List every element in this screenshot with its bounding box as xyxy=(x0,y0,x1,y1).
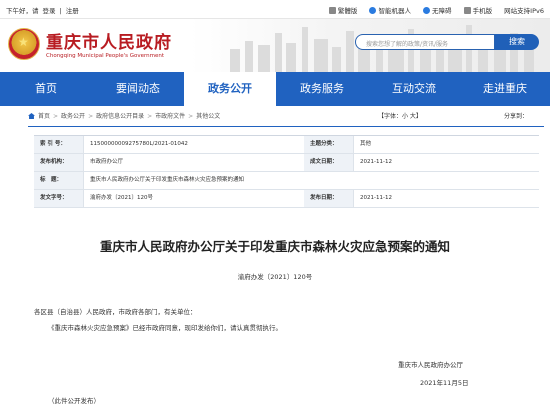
doc-number-label: 发文字号： xyxy=(34,190,84,207)
ipv6-link[interactable]: 网站支持IPv6 xyxy=(504,7,544,15)
breadcrumb-separator: > xyxy=(188,113,194,120)
national-emblem-icon xyxy=(8,28,40,60)
title-label: 标 题： xyxy=(34,172,84,189)
title-value: 重庆市人民政府办公厅关于印发重庆市森林火灾应急预案的通知 xyxy=(90,177,245,183)
breadcrumb: 首页 > 政务公开 > 政府信息公开目录 > 市政府文件 > 其他公文 【字体：小 大】 分享到… xyxy=(28,111,544,127)
nav-item-gov-services[interactable]: 政务服务 xyxy=(276,72,368,106)
index-label: 索 引 号： xyxy=(34,136,84,153)
publisher-label: 发布机构： xyxy=(34,154,84,171)
breadcrumb-home[interactable]: 首页 xyxy=(38,113,50,120)
breadcrumb-city-docs[interactable]: 市政府文件 xyxy=(155,113,185,120)
article-salutation: 各区县（自治县）人民政府，市政府各部门，有关单位： xyxy=(34,308,197,316)
traditional-chinese-link[interactable]: 繁體版 xyxy=(328,7,357,15)
mobile-icon xyxy=(463,7,471,14)
accessibility-icon xyxy=(423,7,431,14)
nav-item-news[interactable]: 要闻动态 xyxy=(92,72,184,106)
document-info-table: 索 引 号： 11500000009275780L/2021-01042 主题分… xyxy=(34,135,539,208)
main-nav: 首页 要闻动态 政务公开 政务服务 互动交流 走进重庆 xyxy=(0,72,550,106)
top-utility-bar: 下午好，请 登录 | 注册 繁體版 智能机器人 无障碍 手机版 网站支持IPv6 xyxy=(0,0,550,19)
site-header: 重庆市人民政府 Chongqing Municipal People's Gov… xyxy=(0,19,550,72)
article-note: （此件公开发布） xyxy=(48,397,100,405)
publisher-value: 市政府办公厅 xyxy=(90,159,124,165)
breadcrumb-gov-open[interactable]: 政务公开 xyxy=(61,113,85,120)
traditional-icon xyxy=(328,7,336,14)
subject-value: 其他 xyxy=(360,141,372,147)
breadcrumb-directory[interactable]: 政府信息公开目录 xyxy=(96,113,144,120)
article-body: 《重庆市森林火灾应急预案》已经市政府同意，现印发给你们，请认真贯彻执行。 xyxy=(48,324,282,332)
article-doc-number: 渝府办发〔2021〕120号 xyxy=(237,273,313,281)
site-subtitle: Chongqing Municipal People's Government xyxy=(46,53,165,59)
table-row: 发文字号： 渝府办发〔2021〕120号 发布日期： 2021-11-12 xyxy=(34,190,539,208)
register-link[interactable]: 注册 xyxy=(66,7,79,15)
breadcrumb-other-docs[interactable]: 其他公文 xyxy=(196,113,220,120)
nav-item-about-chongqing[interactable]: 走进重庆 xyxy=(460,72,550,106)
nav-item-interaction[interactable]: 互动交流 xyxy=(368,72,460,106)
login-link[interactable]: 登录 xyxy=(43,7,56,15)
article-title: 重庆市人民政府办公厅关于印发重庆市森林火灾应急预案的通知 xyxy=(99,239,450,254)
greeting-text: 下午好，请 xyxy=(6,7,39,15)
search-button[interactable]: 搜索 xyxy=(495,34,539,50)
index-value: 11500000009275780L/2021-01042 xyxy=(90,141,188,147)
breadcrumb-separator: > xyxy=(88,113,94,120)
doc-number-value: 渝府办发〔2021〕120号 xyxy=(90,195,153,201)
nav-item-gov-affairs-open[interactable]: 政务公开 xyxy=(184,72,276,106)
breadcrumb-divider xyxy=(28,126,544,127)
table-row: 索 引 号： 11500000009275780L/2021-01042 主题分… xyxy=(34,136,539,154)
publish-date-label: 发布日期： xyxy=(304,190,354,207)
table-row: 发布机构： 市政府办公厅 成文日期： 2021-11-12 xyxy=(34,154,539,172)
subject-label: 主题分类： xyxy=(304,136,354,153)
article-signer: 重庆市人民政府办公厅 xyxy=(398,361,463,369)
created-date-label: 成文日期： xyxy=(304,154,354,171)
robot-link[interactable]: 智能机器人 xyxy=(369,7,411,15)
breadcrumb-separator: > xyxy=(53,113,59,120)
created-date-value: 2021-11-12 xyxy=(360,159,392,165)
top-bar-links: 繁體版 智能机器人 无障碍 手机版 网站支持IPv6 xyxy=(319,5,544,15)
publish-date-value: 2021-11-12 xyxy=(360,195,392,201)
divider: | xyxy=(59,7,62,15)
share-label[interactable]: 分享到： xyxy=(504,111,528,120)
accessibility-link[interactable]: 无障碍 xyxy=(423,7,452,15)
mobile-link[interactable]: 手机版 xyxy=(463,7,492,15)
top-bar-left: 下午好，请 登录 | 注册 xyxy=(6,5,83,15)
table-row: 标 题： 重庆市人民政府办公厅关于印发重庆市森林火灾应急预案的通知 xyxy=(34,172,539,190)
robot-icon xyxy=(369,7,377,14)
breadcrumb-separator: > xyxy=(147,113,153,120)
site-title[interactable]: 重庆市人民政府 xyxy=(46,28,172,53)
article-date: 2021年11月5日 xyxy=(420,379,469,387)
font-size-control[interactable]: 【字体：小 大】 xyxy=(378,111,422,120)
search-input[interactable]: 搜索您想了解的政策/资讯/服务 xyxy=(355,34,495,50)
nav-item-home[interactable]: 首页 xyxy=(0,72,92,106)
home-icon xyxy=(28,113,35,119)
